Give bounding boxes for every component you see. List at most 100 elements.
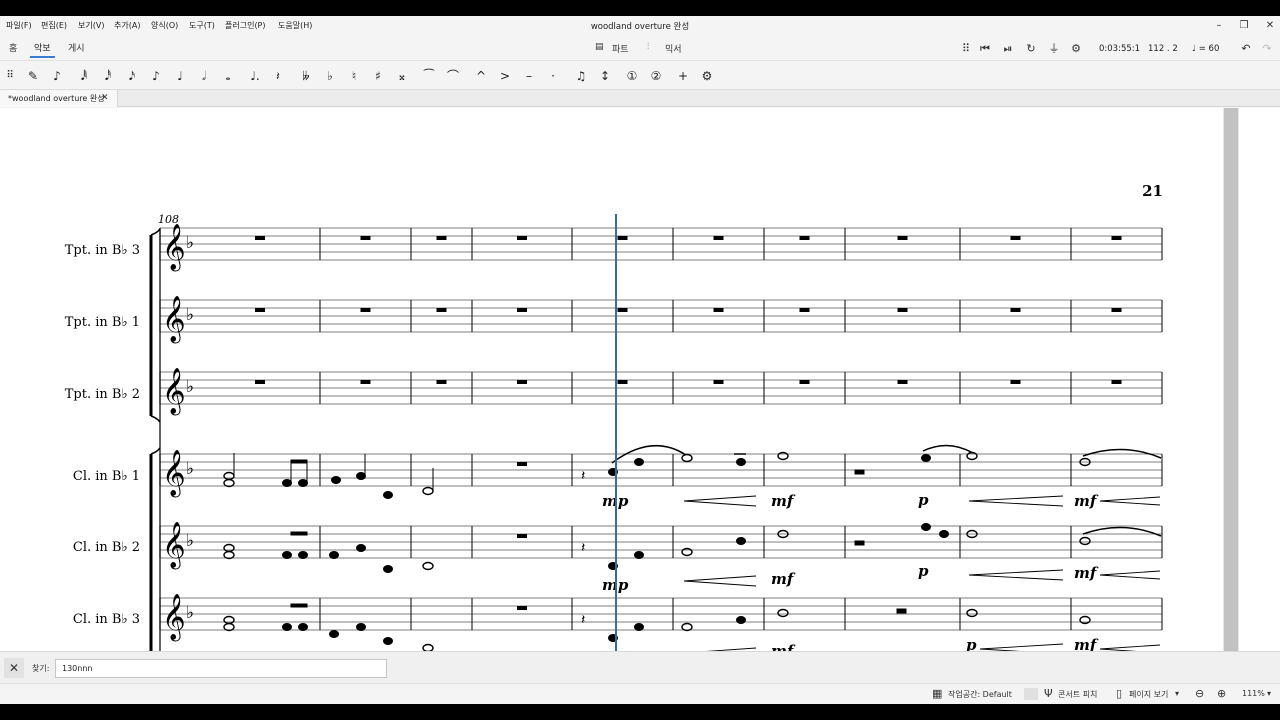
rest-icon[interactable]: 𝄽 [268,67,288,85]
whole-rest [360,380,371,384]
tuplet-icon[interactable]: ♫ [571,67,591,85]
mixer-icon[interactable]: ⫶ [647,42,649,52]
undo-icon[interactable]: ↶ [1238,41,1254,57]
chevron-down-icon[interactable]: ▾ [1175,689,1179,698]
score-svg[interactable]: 21 108 Tpt. in B♭ 3 Tpt. in B♭ 1 Tpt. in… [0,108,1223,651]
flip-direction-icon[interactable]: ↕ [595,67,615,85]
tenuto-icon[interactable]: – [519,67,539,85]
close-window-icon[interactable]: ✕ [1260,18,1280,34]
slur-icon[interactable]: ⌒ [443,67,463,85]
right-margin [1239,108,1280,651]
zoom-level[interactable]: 111% [1242,689,1265,698]
zoom-in-icon[interactable]: ⊕ [1217,687,1226,700]
double-flat-icon[interactable]: 𝄫 [296,67,316,85]
redo-icon[interactable]: ↷ [1259,41,1275,57]
dynamic-mf: mf [771,642,796,651]
instrument-name: Tpt. in B♭ 1 [65,315,140,330]
whole-rest [436,308,447,312]
play-icon[interactable]: ⏯ [1000,41,1016,57]
voice-1-icon[interactable]: ① [622,67,642,85]
menu-view[interactable]: 보기(V) [78,20,104,31]
natural-icon[interactable]: ♮ [344,67,364,85]
page-view-selector[interactable]: 페이지 보기 [1129,689,1168,700]
parts-button[interactable]: 파트 [612,42,629,55]
playback-settings-icon[interactable]: ⚙ [1068,41,1084,57]
instrument-name: Cl. in B♭ 2 [73,540,140,555]
duration-whole-icon[interactable]: 𝅝 [218,67,238,85]
find-label: 찾기: [32,664,50,673]
whole-rest [517,236,527,240]
whole-rest [713,236,724,240]
menu-file[interactable]: 파일(F) [6,20,32,31]
whole-rest [1010,380,1021,384]
menu-plugins[interactable]: 플러그인(P) [225,20,266,31]
tie-icon[interactable]: ⁀ [419,67,439,85]
augmentation-dot-icon[interactable]: ♩. [245,67,265,85]
note-input-pen-icon[interactable]: ✎ [23,67,43,85]
whole-rest [897,380,908,384]
menu-edit[interactable]: 편집(E) [41,20,67,31]
close-tab-icon[interactable]: ✕ [101,90,109,107]
document-tab-label: *woodland overture 완성 [8,94,105,103]
menu-format[interactable]: 양식(O) [151,20,178,31]
flat-icon[interactable]: ♭ [320,67,340,85]
voice-2-icon[interactable]: ② [646,67,666,85]
tab-publish[interactable]: 게시 [64,41,89,58]
dynamic-mf: mf [771,492,796,510]
tab-home[interactable]: 홈 [5,41,21,58]
score-canvas[interactable]: 21 108 Tpt. in B♭ 3 Tpt. in B♭ 1 Tpt. in… [0,108,1223,651]
duration-half-icon[interactable]: 𝅗𝅥 [194,67,214,85]
accent-icon[interactable]: > [495,67,515,85]
zoom-out-icon[interactable]: ⊖ [1195,687,1204,700]
metronome-icon[interactable]: ⏚ [1046,41,1062,57]
whole-rest [255,380,265,384]
tab-score[interactable]: 악보 [30,41,55,58]
workspace-icon: ▦ [932,687,943,700]
staccato-icon[interactable]: · [543,67,563,85]
maximize-icon[interactable]: ❐ [1234,18,1254,34]
mixer-button[interactable]: 믹서 [665,42,682,55]
svg-text:𝄽: 𝄽 [581,612,585,628]
treble-clef: 𝄞 [162,296,186,344]
scrollbar-thumb[interactable] [1224,108,1238,651]
concert-pitch-label[interactable]: 콘서트 피치 [1058,689,1097,700]
menu-help[interactable]: 도움말(H) [278,20,312,31]
sharp-icon[interactable]: ♯ [368,67,388,85]
document-tab[interactable]: *woodland overture 완성 ✕ [0,90,118,107]
marcato-icon[interactable]: ^ [471,67,491,85]
whole-rest [897,236,908,240]
menu-tools[interactable]: 도구(T) [189,20,215,31]
tuning-fork-icon: Ψ [1044,687,1053,700]
zoom-chevron-icon[interactable]: ▾ [1267,689,1271,698]
treble-clef: 𝄞 [162,450,186,498]
treble-clef: 𝄞 [162,594,186,642]
find-input[interactable] [55,659,387,678]
duration-32nd-icon[interactable]: 𝅘𝅥𝅰 [98,67,118,85]
minimize-icon[interactable]: – [1209,18,1229,34]
vertical-scrollbar[interactable] [1223,108,1239,651]
whole-rest [436,236,447,240]
playback-tempo: ♩ = 60 [1192,44,1220,54]
accent-marker-icon[interactable]: ♪ [47,67,67,85]
drag-handle-icon[interactable]: ⠿ [958,41,974,57]
whole-rest [255,308,265,312]
add-icon[interactable]: + [673,67,693,85]
dynamic-p: p [918,562,929,580]
playback-time: 0:03:55:1 [1099,44,1141,54]
close-find-icon[interactable]: ✕ [4,658,24,678]
whole-rest [799,236,810,240]
workspace-selector[interactable]: 작업공간: Default [948,689,1012,700]
duration-16th-icon[interactable]: 𝅘𝅥𝅯 [122,67,142,85]
duration-64th-icon[interactable]: 𝅘𝅥𝅱 [74,67,94,85]
toolbar-settings-icon[interactable]: ⚙ [697,67,717,85]
menu-add[interactable]: 추가(A) [114,20,140,31]
double-sharp-icon[interactable]: 𝄪 [392,67,412,85]
duration-quarter-icon[interactable]: ♩ [170,67,190,85]
concert-pitch-toggle[interactable] [1024,688,1038,700]
loop-icon[interactable]: ↻ [1023,41,1039,57]
key-signature-flat: ♭ [186,377,194,397]
duration-eighth-icon[interactable]: ♪ [146,67,166,85]
toolbar-handle-icon[interactable]: ⠿ [0,67,20,85]
rewind-icon[interactable]: ⏮ [977,41,993,57]
parts-icon[interactable]: ▤ [595,42,604,52]
